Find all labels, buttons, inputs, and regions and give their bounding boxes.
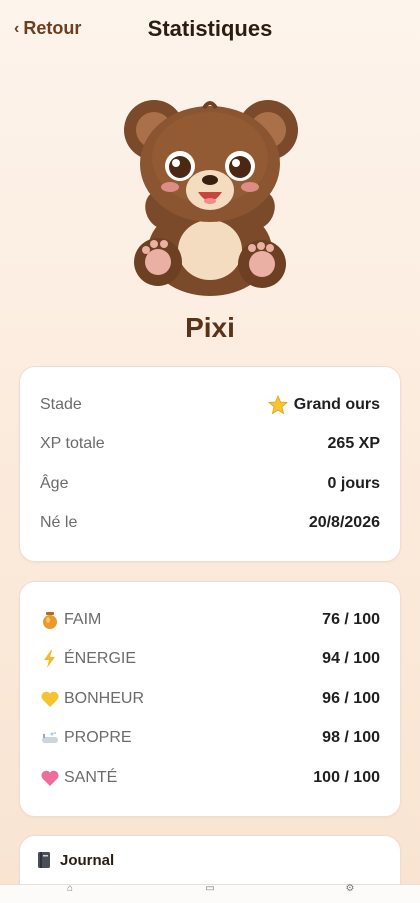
stat-label: FAIM xyxy=(64,610,102,628)
info-row-xp: XP totale 265 XP xyxy=(40,425,380,465)
chevron-left-icon: ‹ xyxy=(14,19,20,37)
pet-name: Pixi xyxy=(185,312,235,343)
bottom-nav-bar: ⌂ ▭ ⚙ xyxy=(0,884,420,903)
stat-row-cleanliness: PROPRE 98 / 100 xyxy=(40,719,380,759)
back-button[interactable]: ‹ Retour xyxy=(14,18,81,39)
stat-value: 96 / 100 xyxy=(322,689,380,707)
stage-value: Grand ours xyxy=(293,395,380,413)
info-row-birthdate: Né le 20/8/2026 xyxy=(40,504,380,544)
stat-value: 100 / 100 xyxy=(313,768,380,786)
yellow-heart-icon xyxy=(41,691,59,707)
age-value: 0 jours xyxy=(327,474,380,492)
nav-home-icon[interactable]: ⌂ xyxy=(60,884,80,894)
info-label: Né le xyxy=(40,514,78,532)
star-icon xyxy=(267,394,288,415)
stat-row-health: SANTÉ 100 / 100 xyxy=(40,758,380,798)
info-label: XP totale xyxy=(40,435,105,453)
header: ‹ Retour Statistiques xyxy=(0,0,420,58)
birthdate-value: 20/8/2026 xyxy=(308,514,380,532)
stat-value: 76 / 100 xyxy=(322,610,380,628)
xp-value: 265 XP xyxy=(327,435,380,453)
info-row-age: Âge 0 jours xyxy=(40,464,380,504)
stat-label: SANTÉ xyxy=(64,768,118,786)
stat-value: 98 / 100 xyxy=(322,729,380,747)
nav-stats-icon[interactable]: ▭ xyxy=(200,884,220,894)
info-card: Stade Grand ours XP totale 265 XP Âge 0 … xyxy=(19,366,401,562)
stat-label: BONHEUR xyxy=(64,689,145,707)
page-title: Statistiques xyxy=(147,16,273,41)
notebook-icon xyxy=(38,852,50,868)
stat-row-energy: ÉNERGIE 94 / 100 xyxy=(40,640,380,680)
journal-title: Journal xyxy=(60,851,115,869)
stat-value: 94 / 100 xyxy=(322,650,380,668)
stat-row-happiness: BONHEUR 96 / 100 xyxy=(40,679,380,719)
info-value: Grand ours xyxy=(267,394,380,415)
lightning-icon xyxy=(44,650,55,669)
back-label: Retour xyxy=(23,18,82,38)
bathtub-icon xyxy=(42,732,58,744)
bear-mascot-image xyxy=(124,100,298,296)
nav-settings-icon[interactable]: ⚙ xyxy=(340,884,360,894)
info-label: Stade xyxy=(40,395,82,413)
honey-pot-icon xyxy=(43,611,57,629)
stat-label: PROPRE xyxy=(64,729,132,747)
stat-row-hunger: FAIM 76 / 100 xyxy=(40,600,380,640)
info-label: Âge xyxy=(40,474,69,492)
journal-header: Journal xyxy=(34,850,386,870)
stat-label: ÉNERGIE xyxy=(64,650,137,668)
info-row-stage: Stade Grand ours xyxy=(40,385,380,425)
stats-card: FAIM 76 / 100 ÉNERGIE 94 / 100 BONHEUR 9… xyxy=(19,581,401,817)
pink-heart-icon xyxy=(41,770,59,786)
